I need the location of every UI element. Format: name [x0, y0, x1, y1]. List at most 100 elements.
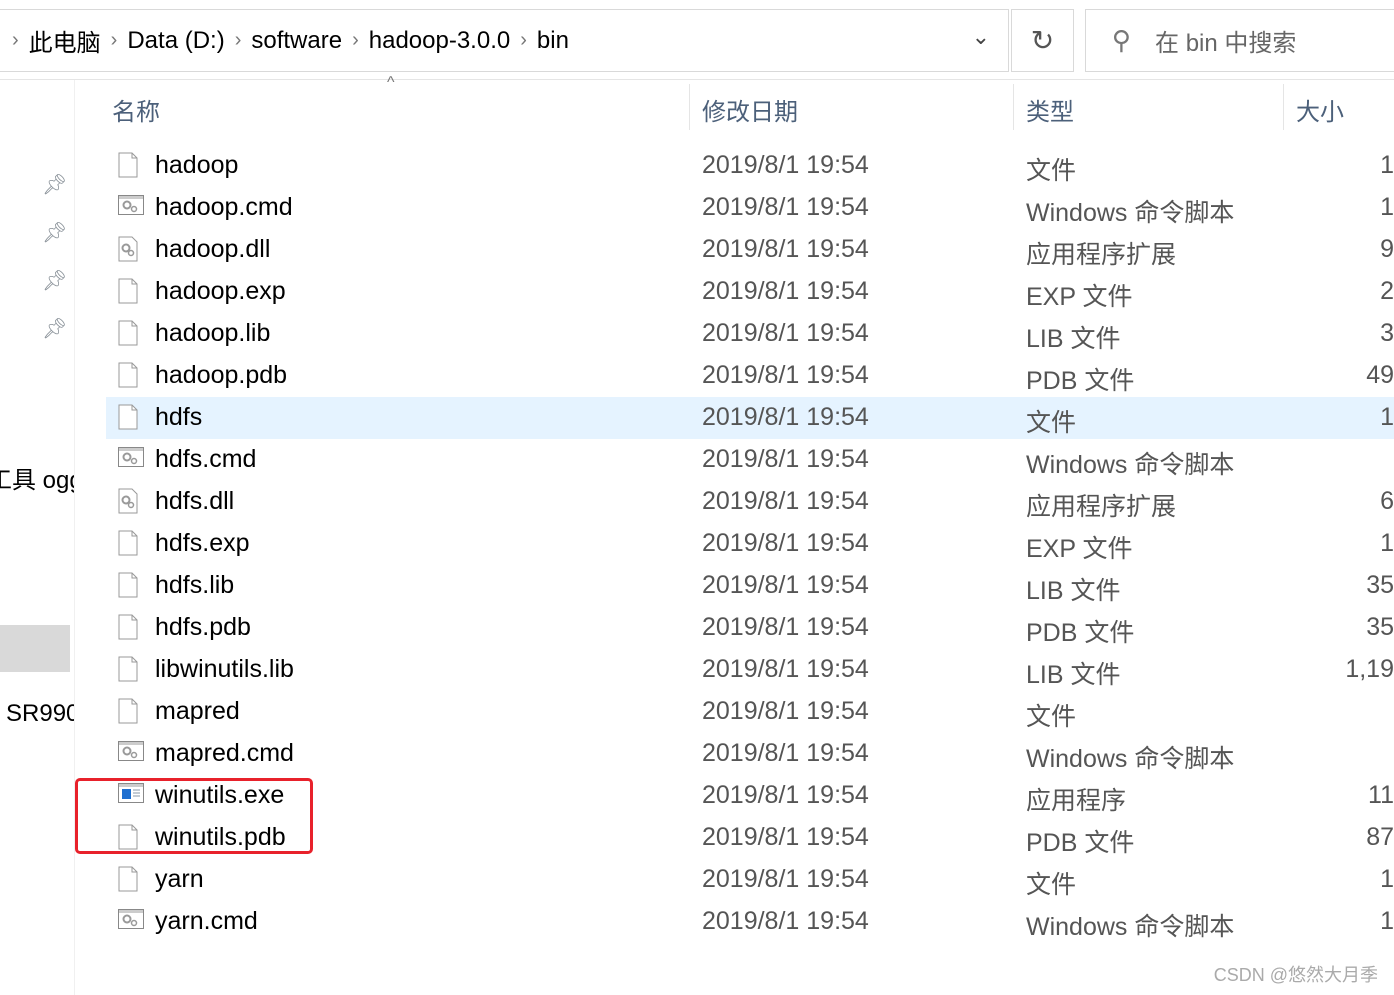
file-size: 1 [1380, 865, 1394, 893]
file-row[interactable]: yarn 2019/8/1 19:54 文件 1 [106, 859, 1394, 901]
file-name: hadoop.lib [155, 319, 271, 347]
breadcrumb-hadoop[interactable]: hadoop-3.0.0 [369, 27, 510, 55]
navigation-pane[interactable]: 📌︎ 📌︎ 📌︎ 📌︎ 工具 ogg SR990 [0, 80, 75, 995]
file-row[interactable]: libwinutils.lib 2019/8/1 19:54 LIB 文件 1,… [106, 649, 1394, 691]
cmd-file-icon [118, 446, 144, 472]
file-date: 2019/8/1 19:54 [702, 907, 869, 935]
file-size: 1 [1380, 529, 1394, 557]
file-size: 1,19 [1345, 655, 1394, 683]
file-date: 2019/8/1 19:54 [702, 193, 869, 221]
pin-icon[interactable]: 📌︎ [42, 316, 67, 341]
file-date: 2019/8/1 19:54 [702, 277, 869, 305]
file-name: yarn [155, 865, 204, 893]
file-size: 1 [1380, 151, 1394, 179]
file-row[interactable]: yarn.cmd 2019/8/1 19:54 Windows 命令脚本 1 [106, 901, 1394, 943]
address-bar[interactable]: › 此电脑 › Data (D:) › software › hadoop-3.… [0, 9, 1009, 72]
breadcrumb-this-pc[interactable]: 此电脑 [29, 23, 101, 58]
file-name: hdfs.exp [155, 529, 250, 557]
file-row[interactable]: hadoop 2019/8/1 19:54 文件 1 [106, 145, 1394, 187]
file-date: 2019/8/1 19:54 [702, 361, 869, 389]
file-date: 2019/8/1 19:54 [702, 655, 869, 683]
file-type: EXP 文件 [1026, 535, 1133, 563]
nav-item[interactable]: 工具 ogg [0, 460, 74, 495]
column-divider[interactable] [1013, 84, 1014, 130]
file-row[interactable]: mapred.cmd 2019/8/1 19:54 Windows 命令脚本 [106, 733, 1394, 775]
breadcrumb-software[interactable]: software [251, 27, 342, 55]
file-name: hadoop.dll [155, 235, 271, 263]
file-type: 应用程序扩展 [1026, 493, 1177, 521]
cmd-file-icon [118, 908, 144, 934]
watermark: CSDN @悠然大月季 [1213, 965, 1378, 985]
file-type: 应用程序扩展 [1026, 241, 1177, 269]
file-row[interactable]: mapred 2019/8/1 19:54 文件 [106, 691, 1394, 733]
search-icon: ⚲ [1112, 25, 1132, 55]
chevron-right-icon: › [520, 29, 527, 51]
pin-icon[interactable]: 📌︎ [42, 268, 67, 293]
file-type: LIB 文件 [1026, 661, 1121, 689]
file-name: hadoop.pdb [155, 361, 288, 389]
file-name: hdfs.cmd [155, 445, 257, 473]
file-row[interactable]: hdfs.pdb 2019/8/1 19:54 PDB 文件 35 [106, 607, 1394, 649]
blank-file-icon [118, 530, 138, 556]
pin-icon[interactable]: 📌︎ [42, 220, 67, 245]
file-type: EXP 文件 [1026, 283, 1133, 311]
file-size: 49 [1366, 361, 1394, 389]
blank-file-icon [118, 656, 138, 682]
file-type: Windows 命令脚本 [1026, 913, 1235, 941]
file-row[interactable]: hadoop.lib 2019/8/1 19:54 LIB 文件 3 [106, 313, 1394, 355]
file-name: hadoop [155, 151, 239, 179]
file-row[interactable]: hadoop.dll 2019/8/1 19:54 应用程序扩展 9 [106, 229, 1394, 271]
file-type: 文件 [1026, 871, 1077, 899]
file-row[interactable]: hdfs.lib 2019/8/1 19:54 LIB 文件 35 [106, 565, 1394, 607]
chevron-right-icon: › [234, 29, 242, 51]
file-row[interactable]: hdfs.cmd 2019/8/1 19:54 Windows 命令脚本 [106, 439, 1394, 481]
file-size: 1 [1380, 193, 1394, 221]
search-placeholder: 在 bin 中搜索 [1155, 30, 1297, 57]
nav-item-selected[interactable] [0, 625, 70, 672]
file-name: hdfs [155, 403, 203, 431]
refresh-button[interactable]: ↻ [1011, 9, 1074, 72]
column-divider[interactable] [689, 84, 690, 130]
file-row[interactable]: hadoop.cmd 2019/8/1 19:54 Windows 命令脚本 1 [106, 187, 1394, 229]
column-divider[interactable] [1283, 84, 1284, 130]
file-name: mapred.cmd [155, 739, 294, 767]
chevron-right-icon: › [110, 29, 118, 51]
file-type: PDB 文件 [1026, 619, 1135, 647]
file-type: Windows 命令脚本 [1026, 745, 1235, 773]
sort-ascending-icon: ^ [387, 74, 395, 91]
column-header-type[interactable]: 类型 [1026, 92, 1074, 127]
blank-file-icon [118, 698, 138, 724]
file-date: 2019/8/1 19:54 [702, 529, 869, 557]
chevron-down-icon[interactable]: ⌄ [972, 24, 990, 50]
file-name: hadoop.exp [155, 277, 286, 305]
file-type: PDB 文件 [1026, 829, 1135, 857]
file-size: 11 [1368, 781, 1394, 809]
nav-item[interactable]: SR990 [6, 700, 74, 728]
search-input[interactable]: ⚲ 在 bin 中搜索 [1085, 9, 1394, 72]
column-header-date[interactable]: 修改日期 [702, 92, 798, 127]
dll-file-icon [118, 488, 138, 514]
blank-file-icon [118, 866, 138, 892]
file-name: mapred [155, 697, 240, 725]
file-date: 2019/8/1 19:54 [702, 319, 869, 347]
file-date: 2019/8/1 19:54 [702, 823, 869, 851]
file-name: hdfs.dll [155, 487, 235, 515]
file-row[interactable]: hdfs.dll 2019/8/1 19:54 应用程序扩展 6 [106, 481, 1394, 523]
column-header-name[interactable]: 名称 [112, 92, 160, 127]
pin-icon[interactable]: 📌︎ [42, 172, 67, 197]
blank-file-icon [118, 404, 138, 430]
breadcrumb-bin[interactable]: bin [537, 27, 569, 55]
cmd-file-icon [118, 740, 144, 766]
file-date: 2019/8/1 19:54 [702, 235, 869, 263]
file-row[interactable]: hdfs.exp 2019/8/1 19:54 EXP 文件 1 [106, 523, 1394, 565]
file-type: 文件 [1026, 409, 1077, 437]
file-type: LIB 文件 [1026, 577, 1121, 605]
file-row[interactable]: hdfs 2019/8/1 19:54 文件 1 [106, 397, 1394, 439]
file-row[interactable]: hadoop.pdb 2019/8/1 19:54 PDB 文件 49 [106, 355, 1394, 397]
file-date: 2019/8/1 19:54 [702, 487, 869, 515]
column-header-size[interactable]: 大小 [1296, 92, 1344, 127]
breadcrumb-data-d[interactable]: Data (D:) [127, 27, 224, 55]
refresh-icon: ↻ [1030, 25, 1055, 56]
file-date: 2019/8/1 19:54 [702, 403, 869, 431]
file-row[interactable]: hadoop.exp 2019/8/1 19:54 EXP 文件 2 [106, 271, 1394, 313]
